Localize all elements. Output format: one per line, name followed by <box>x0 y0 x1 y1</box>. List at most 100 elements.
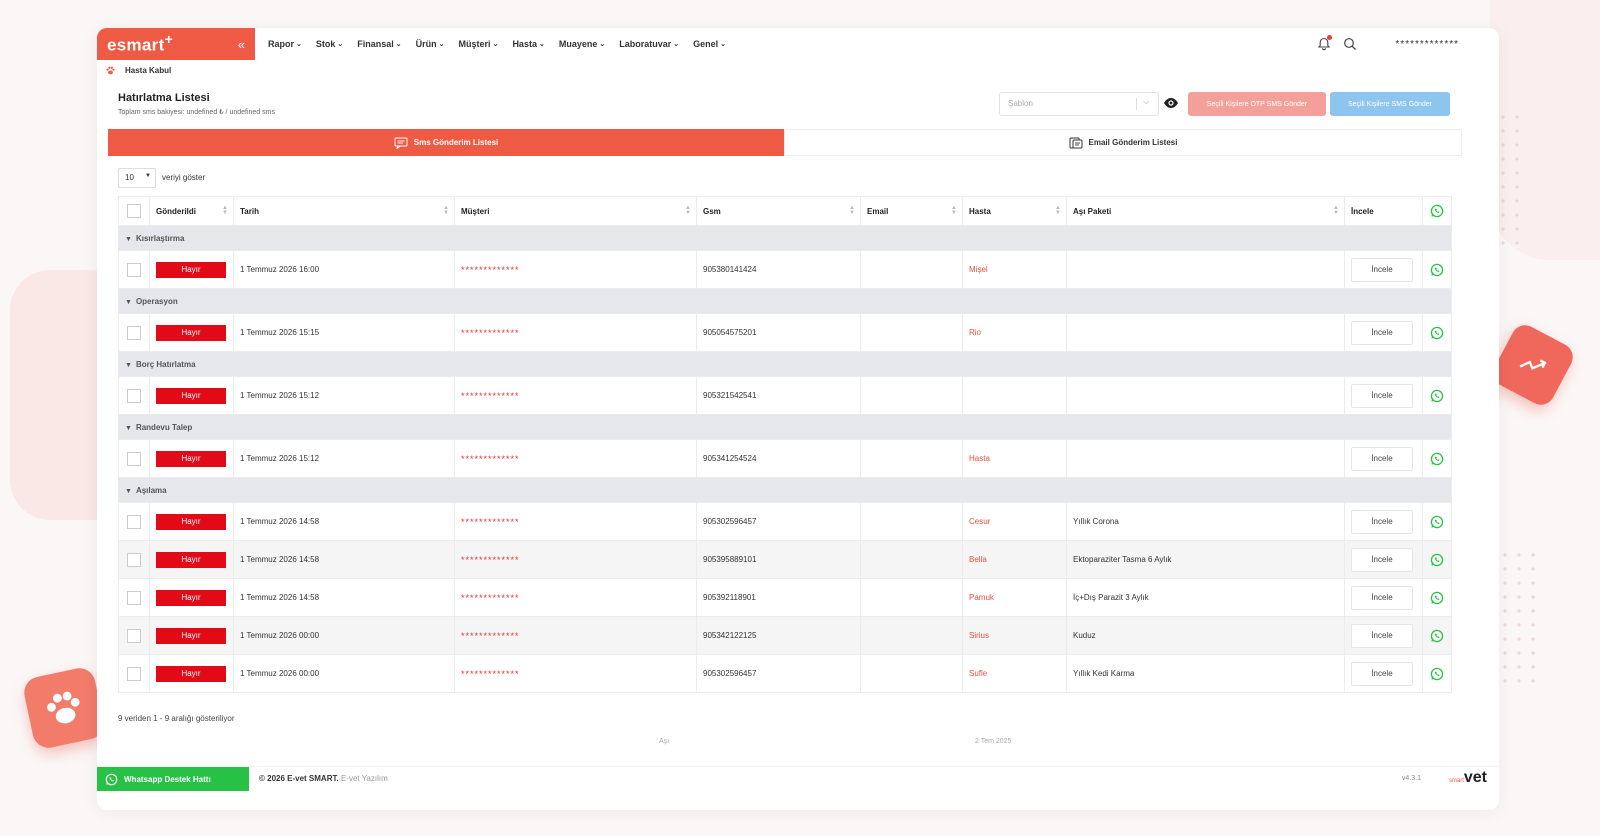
menu-item-6[interactable]: Muayene ⌄ <box>559 39 605 49</box>
whatsapp-icon[interactable] <box>1430 591 1444 605</box>
vaccine-package-cell: İç+Dış Parazit 3 Aylık <box>1066 578 1345 617</box>
table-row[interactable]: Hayır 1 Temmuz 2026 15:12 ************* 905… <box>118 439 1452 478</box>
inspect-button[interactable]: İncele <box>1351 623 1413 648</box>
menu-item-0[interactable]: Rapor ⌄ <box>268 39 302 49</box>
tab-sms-list[interactable]: Sms Gönderim Listesi <box>108 129 784 156</box>
inspect-button[interactable]: İncele <box>1351 547 1413 572</box>
table-row[interactable]: Hayır 1 Temmuz 2026 16:00 ************* 905… <box>118 250 1452 289</box>
tab-email-list[interactable]: Email Gönderim Listesi <box>784 129 1462 156</box>
pet-cell: Bella <box>962 540 1067 579</box>
whatsapp-icon[interactable] <box>1430 204 1444 218</box>
background-text: 2 Tem 2025 <box>975 738 1012 745</box>
sort-icon[interactable]: ▲ ▼ <box>222 205 228 216</box>
column-header-customer[interactable]: Müşteri ▲ ▼ <box>454 196 697 226</box>
caret-down-icon[interactable]: ▼ <box>125 236 132 243</box>
collapse-sidebar-icon[interactable]: « <box>238 37 245 52</box>
table-row[interactable]: Hayır 1 Temmuz 2026 15:12 ************* 905… <box>118 376 1452 415</box>
table-row[interactable]: Hayır 1 Temmuz 2026 14:58 ************* 905… <box>118 540 1452 579</box>
sort-icon[interactable]: ▲ ▼ <box>951 205 957 216</box>
caret-down-icon[interactable]: ▼ <box>125 299 132 306</box>
menu-item-7[interactable]: Laboratuvar ⌄ <box>619 39 679 49</box>
whatsapp-icon[interactable] <box>1430 629 1444 643</box>
whatsapp-icon[interactable] <box>1430 263 1444 277</box>
column-header-vaccine-package[interactable]: Aşı Paketi ▲ ▼ <box>1066 196 1345 226</box>
group-row[interactable]: ▼ Randevu Talep <box>118 414 1452 440</box>
table-row[interactable]: Hayır 1 Temmuz 2026 00:00 ************* 905… <box>118 616 1452 655</box>
row-checkbox[interactable] <box>127 628 141 643</box>
column-header-sent[interactable]: Gönderildi ▲ ▼ <box>149 196 234 226</box>
template-select[interactable]: Şablon ⌵ <box>999 92 1159 116</box>
inspect-button[interactable]: İncele <box>1351 446 1413 471</box>
inspect-button[interactable]: İncele <box>1351 585 1413 610</box>
table-row[interactable]: Hayır 1 Temmuz 2026 14:58 ************* 905… <box>118 578 1452 617</box>
group-row[interactable]: ▼ Aşılama <box>118 477 1452 503</box>
whatsapp-icon[interactable] <box>1430 452 1444 466</box>
row-checkbox[interactable] <box>127 514 141 529</box>
group-cell: ▼ Operasyon <box>118 288 1452 314</box>
eye-icon[interactable] <box>1163 96 1179 110</box>
menu-item-1[interactable]: Stok ⌄ <box>316 39 343 49</box>
whatsapp-icon[interactable] <box>1430 553 1444 567</box>
whatsapp-cell <box>1422 540 1452 579</box>
group-row[interactable]: ▼ Borç Hatırlatma <box>118 351 1452 377</box>
whatsapp-icon[interactable] <box>1430 326 1444 340</box>
row-checkbox[interactable] <box>127 388 141 403</box>
whatsapp-support-button[interactable]: Whatsapp Destek Hattı <box>97 767 249 791</box>
pet-cell: Sufle <box>962 654 1067 693</box>
row-checkbox-cell <box>118 250 150 289</box>
row-checkbox[interactable] <box>127 262 141 277</box>
row-checkbox[interactable] <box>127 552 141 567</box>
table-row[interactable]: Hayır 1 Temmuz 2026 00:00 ************* 905… <box>118 654 1452 693</box>
sort-icon[interactable]: ▲ ▼ <box>443 205 449 216</box>
sort-icon[interactable]: ▲ ▼ <box>849 205 855 216</box>
notification-bell-icon[interactable] <box>1317 35 1333 51</box>
whatsapp-icon[interactable] <box>1430 667 1444 681</box>
sort-icon[interactable]: ▲ ▼ <box>685 205 691 216</box>
inspect-button[interactable]: İncele <box>1351 320 1413 345</box>
gsm-cell: 905342122125 <box>696 616 861 655</box>
menu-item-8[interactable]: Genel ⌄ <box>693 39 726 49</box>
customer-cell: ************* <box>454 376 697 415</box>
logo[interactable]: esmart+ « <box>97 28 255 60</box>
menu-item-4[interactable]: Müşteri ⌄ <box>459 39 499 49</box>
table-row[interactable]: Hayır 1 Temmuz 2026 14:58 ************* 905… <box>118 502 1452 541</box>
row-checkbox[interactable] <box>127 666 141 681</box>
select-all-checkbox[interactable] <box>127 204 141 218</box>
inspect-button[interactable]: İncele <box>1351 661 1413 686</box>
row-checkbox[interactable] <box>127 325 141 340</box>
group-row[interactable]: ▼ Operasyon <box>118 288 1452 314</box>
inspect-button[interactable]: İncele <box>1351 509 1413 534</box>
group-row[interactable]: ▼ Kısırlaştırma <box>118 225 1452 251</box>
caret-down-icon[interactable]: ▼ <box>125 362 132 369</box>
column-header-pet[interactable]: Hasta ▲ ▼ <box>962 196 1067 226</box>
row-checkbox[interactable] <box>127 590 141 605</box>
inspect-button[interactable]: İncele <box>1351 257 1413 282</box>
user-name[interactable]: ************* <box>1395 39 1459 50</box>
menu-item-3[interactable]: Ürün ⌄ <box>416 39 445 49</box>
caret-down-icon[interactable]: ▼ <box>125 488 132 495</box>
column-header-gsm[interactable]: Gsm ▲ ▼ <box>696 196 861 226</box>
whatsapp-cell <box>1422 439 1452 478</box>
pet-cell: Cesur <box>962 502 1067 541</box>
table-row[interactable]: Hayır 1 Temmuz 2026 15:15 ************* 905… <box>118 313 1452 352</box>
caret-down-icon[interactable]: ▼ <box>125 425 132 432</box>
sort-icon[interactable]: ▲ ▼ <box>1055 205 1061 216</box>
column-header-email[interactable]: Email ▲ ▼ <box>860 196 963 226</box>
chevron-down-icon[interactable]: ⌵ <box>1143 97 1149 107</box>
search-icon[interactable] <box>1343 37 1357 51</box>
breadcrumb-item[interactable]: Hasta Kabul <box>125 66 171 75</box>
row-checkbox[interactable] <box>127 451 141 466</box>
send-otp-sms-button[interactable]: Seçili Kişilere OTP SMS Gönder <box>1188 92 1326 116</box>
sort-icon[interactable]: ▲ ▼ <box>1333 205 1339 216</box>
customer-name-masked: ************* <box>461 630 520 641</box>
menu-item-2[interactable]: Finansal ⌄ <box>357 39 401 49</box>
page-length-select[interactable]: 10 ▼ <box>118 168 156 188</box>
menu-item-5[interactable]: Hasta ⌄ <box>512 39 544 49</box>
inspect-button[interactable]: İncele <box>1351 383 1413 408</box>
whatsapp-icon[interactable] <box>1430 389 1444 403</box>
whatsapp-icon[interactable] <box>1430 515 1444 529</box>
tab-bar: Sms Gönderim Listesi Email Gönderim List… <box>108 129 1462 156</box>
send-sms-button[interactable]: Seçili Kişilere SMS Gönder <box>1330 92 1450 116</box>
sent-status-badge: Hayır <box>156 627 226 644</box>
column-header-date[interactable]: Tarih ▲ ▼ <box>233 196 455 226</box>
